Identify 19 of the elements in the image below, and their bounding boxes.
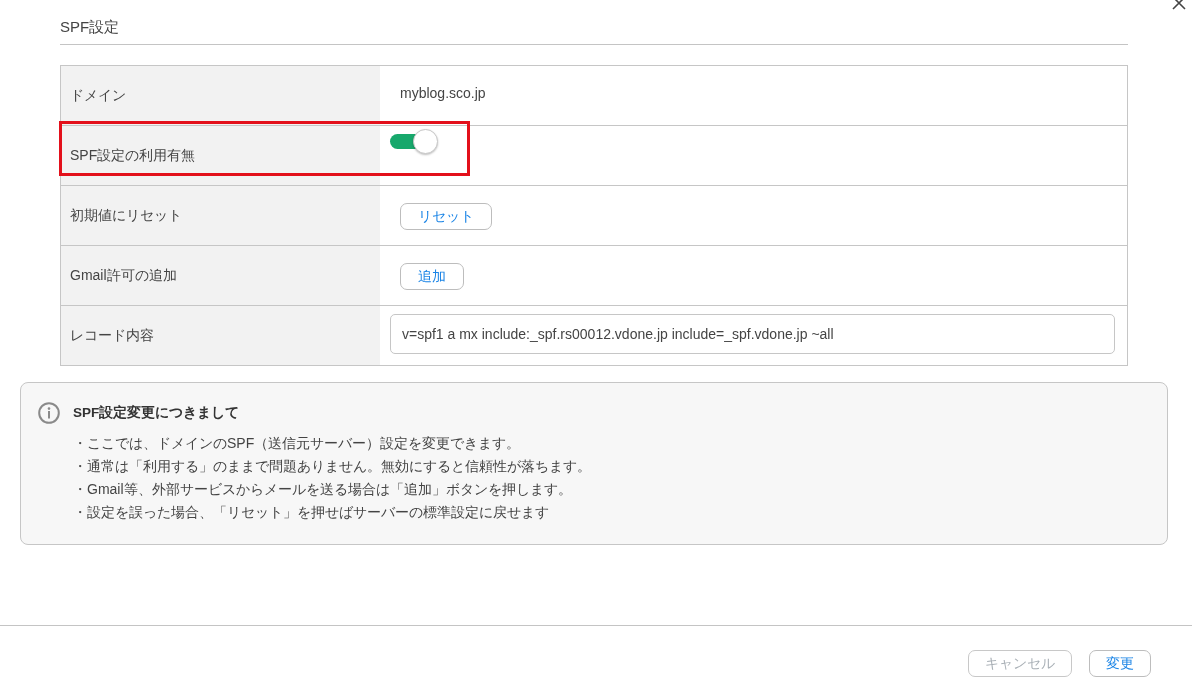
row-label: Gmail許可の追加 xyxy=(61,246,380,305)
notice-item: ・ここでは、ドメインのSPF（送信元サーバー）設定を変更できます。 xyxy=(73,434,521,453)
row-button[interactable]: リセット xyxy=(400,203,492,230)
dialog-title: SPF設定 xyxy=(60,0,1128,45)
domain-value: myblog.sco.jp xyxy=(400,84,486,103)
toggle-switch[interactable] xyxy=(390,129,438,154)
row-button[interactable]: 追加 xyxy=(400,263,464,290)
notice-item: ・Gmail等、外部サービスからメールを送る場合は「追加」ボタンを押します。 xyxy=(73,480,572,499)
notice-item: ・設定を誤った場合、「リセット」を押せばサーバーの標準設定に戻せます xyxy=(73,503,549,522)
footer-button[interactable]: 変更 xyxy=(1089,650,1151,677)
notice-item: ・通常は「利用する」のままで問題ありません。無効にすると信頼性が落ちます。 xyxy=(73,457,591,476)
row-label: 初期値にリセット xyxy=(61,186,380,245)
notice-title: SPF設定変更につきまして xyxy=(73,404,240,422)
info-icon xyxy=(38,402,60,424)
close-icon[interactable] xyxy=(1172,0,1186,10)
record-field[interactable]: v=spf1 a mx include:_spf.rs00012.vdone.jp include=_spf.vdone.jp ~all xyxy=(390,314,1115,354)
row-label: SPF設定の利用有無 xyxy=(61,126,380,185)
row-label: レコード内容 xyxy=(61,306,380,365)
row-label: ドメイン xyxy=(61,66,380,125)
